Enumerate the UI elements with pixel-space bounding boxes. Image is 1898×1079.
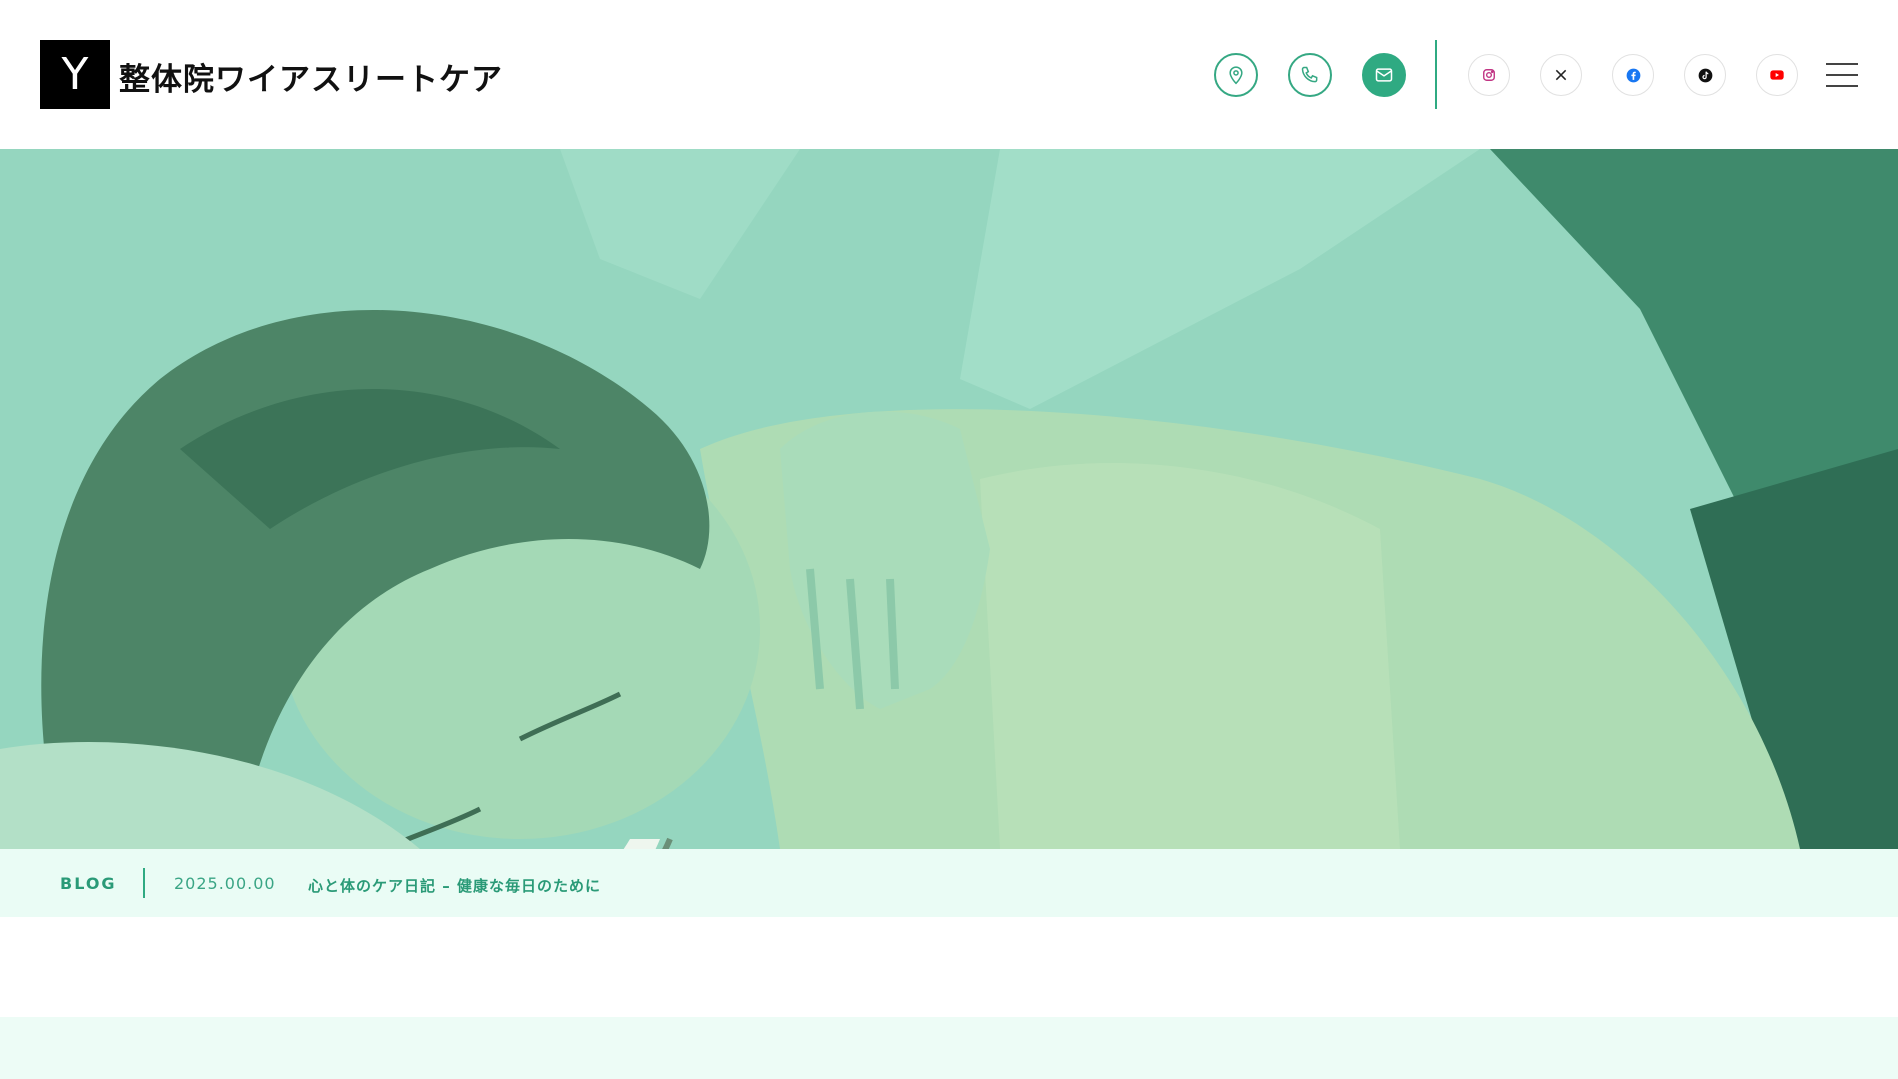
- x-icon: [1555, 69, 1567, 81]
- x-link[interactable]: [1540, 54, 1582, 96]
- hamburger-line: [1826, 74, 1858, 76]
- breadcrumb-divider: [143, 868, 145, 898]
- instagram-icon: [1483, 69, 1495, 81]
- facebook-icon: [1626, 68, 1640, 82]
- hamburger-menu-button[interactable]: [1826, 59, 1858, 91]
- mail-icon: [1375, 68, 1393, 82]
- youtube-link[interactable]: [1756, 54, 1798, 96]
- map-pin-button[interactable]: [1214, 53, 1258, 97]
- tiktok-icon: [1698, 68, 1712, 82]
- logo-mark[interactable]: Y: [40, 40, 110, 109]
- site-name[interactable]: 整体院ワイアスリートケア: [119, 54, 503, 99]
- logo-letter: Y: [61, 49, 89, 100]
- hero-image: [0, 149, 1898, 849]
- hamburger-line: [1826, 63, 1858, 65]
- hero-illustration: [0, 149, 1898, 849]
- breadcrumb-bar: [0, 849, 1898, 917]
- phone-icon: [1301, 66, 1318, 83]
- breadcrumb-title: 心と体のケア日記 – 健康な毎日のために: [308, 877, 601, 895]
- header-divider: [1435, 40, 1437, 109]
- breadcrumb-date: 2025.00.00: [174, 874, 276, 893]
- breadcrumb-category[interactable]: BLOG: [60, 874, 117, 893]
- instagram-link[interactable]: [1468, 54, 1510, 96]
- phone-button[interactable]: [1288, 53, 1332, 97]
- hamburger-line: [1826, 85, 1858, 87]
- site-header: Y 整体院ワイアスリートケア: [0, 0, 1898, 149]
- tiktok-link[interactable]: [1684, 54, 1726, 96]
- facebook-link[interactable]: [1612, 54, 1654, 96]
- map-pin-icon: [1229, 66, 1243, 85]
- content-section: [0, 1017, 1898, 1079]
- youtube-icon: [1770, 70, 1784, 80]
- mail-button[interactable]: [1362, 53, 1406, 97]
